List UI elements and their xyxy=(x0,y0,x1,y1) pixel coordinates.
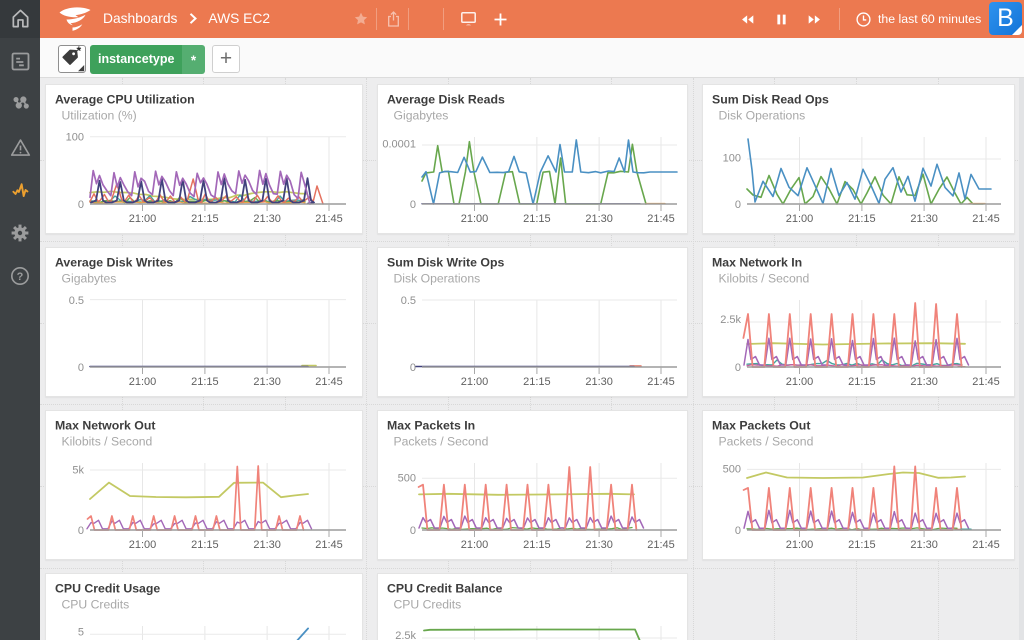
svg-text:21:00: 21:00 xyxy=(129,376,157,388)
svg-text:2.5k: 2.5k xyxy=(395,630,416,640)
svg-text:Average Disk Reads: Average Disk Reads xyxy=(387,93,505,107)
svg-text:0: 0 xyxy=(78,525,84,537)
svg-text:21:45: 21:45 xyxy=(315,539,343,551)
svg-text:*: * xyxy=(77,46,82,58)
svg-text:Disk Operations: Disk Operations xyxy=(719,109,806,123)
svg-text:21:30: 21:30 xyxy=(585,376,613,388)
svg-text:21:15: 21:15 xyxy=(191,376,219,388)
svg-text:CPU Credit Balance: CPU Credit Balance xyxy=(387,582,503,596)
svg-text:21:15: 21:15 xyxy=(848,376,876,388)
svg-text:Packets / Second: Packets / Second xyxy=(719,435,814,449)
svg-text:Max Network In: Max Network In xyxy=(712,256,802,270)
svg-text:500: 500 xyxy=(723,463,741,475)
svg-text:0.5: 0.5 xyxy=(401,295,416,307)
svg-text:0: 0 xyxy=(78,362,84,374)
svg-text:Gigabytes: Gigabytes xyxy=(62,272,117,286)
svg-text:21:15: 21:15 xyxy=(523,376,551,388)
svg-text:21:30: 21:30 xyxy=(910,213,938,225)
svg-text:21:00: 21:00 xyxy=(129,539,157,551)
svg-text:5: 5 xyxy=(78,627,84,639)
svg-text:21:30: 21:30 xyxy=(910,539,938,551)
svg-text:Max Packets In: Max Packets In xyxy=(387,419,475,433)
svg-text:21:00: 21:00 xyxy=(461,376,489,388)
svg-text:CPU Credits: CPU Credits xyxy=(62,598,130,612)
svg-text:0: 0 xyxy=(735,362,741,374)
svg-text:5k: 5k xyxy=(72,464,84,476)
svg-text:21:00: 21:00 xyxy=(786,539,814,551)
svg-text:Gigabytes: Gigabytes xyxy=(394,109,449,123)
svg-text:21:00: 21:00 xyxy=(786,213,814,225)
svg-text:21:45: 21:45 xyxy=(647,539,675,551)
svg-text:Utilization (%): Utilization (%) xyxy=(62,109,137,123)
svg-text:0: 0 xyxy=(410,199,416,211)
svg-text:Packets / Second: Packets / Second xyxy=(394,435,489,449)
svg-text:0.5: 0.5 xyxy=(69,295,84,307)
svg-text:21:45: 21:45 xyxy=(972,213,1000,225)
svg-text:21:00: 21:00 xyxy=(461,539,489,551)
svg-text:?: ? xyxy=(17,271,24,283)
svg-text:21:30: 21:30 xyxy=(910,376,938,388)
svg-text:Max Packets Out: Max Packets Out xyxy=(712,419,810,433)
svg-text:Average Disk Writes: Average Disk Writes xyxy=(55,256,173,270)
svg-text:21:00: 21:00 xyxy=(786,376,814,388)
svg-text:21:15: 21:15 xyxy=(523,539,551,551)
svg-text:21:30: 21:30 xyxy=(585,213,613,225)
svg-text:21:45: 21:45 xyxy=(972,539,1000,551)
svg-text:21:15: 21:15 xyxy=(848,539,876,551)
svg-text:21:15: 21:15 xyxy=(191,539,219,551)
svg-text:Max Network Out: Max Network Out xyxy=(55,419,155,433)
svg-text:0: 0 xyxy=(410,362,416,374)
svg-text:500: 500 xyxy=(398,473,416,485)
svg-text:21:30: 21:30 xyxy=(253,213,281,225)
svg-text:Average CPU Utilization: Average CPU Utilization xyxy=(55,93,195,107)
svg-text:100: 100 xyxy=(723,153,741,165)
svg-text:Kilobits / Second: Kilobits / Second xyxy=(719,272,810,286)
svg-text:21:15: 21:15 xyxy=(848,213,876,225)
svg-text:Kilobits / Second: Kilobits / Second xyxy=(62,435,153,449)
svg-text:0.0001: 0.0001 xyxy=(382,139,416,151)
svg-text:0: 0 xyxy=(78,199,84,211)
svg-text:Sum Disk Write Ops: Sum Disk Write Ops xyxy=(387,256,504,270)
svg-text:21:45: 21:45 xyxy=(647,213,675,225)
svg-text:21:15: 21:15 xyxy=(523,213,551,225)
svg-text:21:15: 21:15 xyxy=(191,213,219,225)
svg-text:21:45: 21:45 xyxy=(647,376,675,388)
svg-text:0: 0 xyxy=(735,199,741,211)
svg-text:21:00: 21:00 xyxy=(461,213,489,225)
svg-text:CPU Credit Usage: CPU Credit Usage xyxy=(55,582,160,596)
svg-text:Sum Disk Read Ops: Sum Disk Read Ops xyxy=(712,93,829,107)
svg-text:0: 0 xyxy=(735,525,741,537)
svg-text:21:45: 21:45 xyxy=(315,376,343,388)
svg-text:100: 100 xyxy=(66,132,84,144)
svg-text:0: 0 xyxy=(410,525,416,537)
svg-text:21:45: 21:45 xyxy=(315,213,343,225)
svg-text:Disk Operations: Disk Operations xyxy=(394,272,481,286)
svg-text:21:30: 21:30 xyxy=(585,539,613,551)
svg-text:21:30: 21:30 xyxy=(253,539,281,551)
svg-text:CPU Credits: CPU Credits xyxy=(394,598,462,612)
svg-text:21:30: 21:30 xyxy=(253,376,281,388)
svg-text:2.5k: 2.5k xyxy=(720,314,741,326)
svg-text:21:00: 21:00 xyxy=(129,213,157,225)
svg-text:21:45: 21:45 xyxy=(972,376,1000,388)
